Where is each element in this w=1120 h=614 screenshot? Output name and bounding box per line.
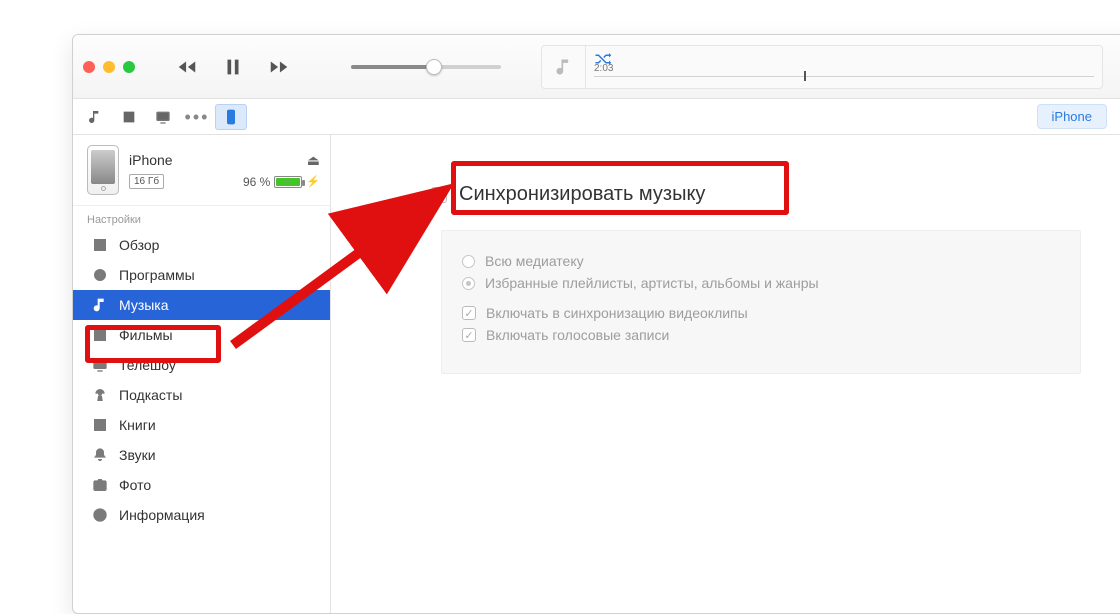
sidebar-item-tones[interactable]: Звуки — [73, 440, 330, 470]
overview-icon — [91, 236, 109, 254]
movies-tab[interactable] — [113, 104, 145, 130]
playback-controls — [175, 55, 291, 79]
sync-music-checkbox[interactable] — [431, 187, 447, 203]
content-pane: Синхронизировать музыку Всю медиатеку Из… — [331, 135, 1120, 613]
checkbox-icon — [462, 328, 476, 342]
sidebar-item-label: Телешоу — [119, 357, 176, 373]
minimize-window-button[interactable] — [103, 61, 115, 73]
itunes-window: 2:03 ••• iPhone — [72, 34, 1120, 614]
sidebar-item-music[interactable]: Музыка — [73, 290, 330, 320]
titlebar: 2:03 — [73, 35, 1120, 99]
sidebar: iPhone 16 Гб ⏏ 96 % ⚡ Настройки Обз — [73, 135, 331, 613]
opt-selected-playlists[interactable]: Избранные плейлисты, артисты, альбомы и … — [462, 275, 1060, 291]
sidebar-item-overview[interactable]: Обзор — [73, 230, 330, 260]
podcasts-icon — [91, 386, 109, 404]
checkbox-icon — [462, 306, 476, 320]
music-tab[interactable] — [79, 104, 111, 130]
pause-button[interactable] — [221, 55, 245, 79]
sync-music-options: Всю медиатеку Избранные плейлисты, артис… — [441, 230, 1081, 374]
sidebar-item-label: Звуки — [119, 447, 156, 463]
opt-entire-library[interactable]: Всю медиатеку — [462, 253, 1060, 269]
sidebar-item-label: Книги — [119, 417, 156, 433]
more-tabs-button[interactable]: ••• — [181, 104, 213, 130]
sidebar-item-podcasts[interactable]: Подкасты — [73, 380, 330, 410]
close-window-button[interactable] — [83, 61, 95, 73]
sidebar-item-photos[interactable]: Фото — [73, 470, 330, 500]
battery-icon — [274, 176, 302, 188]
charging-icon: ⚡ — [306, 175, 320, 188]
movies-icon — [91, 326, 109, 344]
tones-icon — [91, 446, 109, 464]
sidebar-item-movies[interactable]: Фильмы — [73, 320, 330, 350]
sync-music-section: Синхронизировать музыку Всю медиатеку Из… — [411, 169, 1120, 374]
sidebar-item-books[interactable]: Книги — [73, 410, 330, 440]
volume-thumb[interactable] — [426, 59, 442, 75]
sync-music-title: Синхронизировать музыку — [459, 183, 705, 206]
sidebar-item-label: Фильмы — [119, 327, 173, 343]
radio-icon — [462, 277, 475, 290]
artwork-icon — [542, 46, 586, 88]
device-button[interactable]: iPhone — [1037, 104, 1107, 129]
device-thumbnail-icon — [87, 145, 119, 195]
lcd-elapsed-time: 2:03 — [594, 63, 613, 74]
chk-include-videos[interactable]: Включать в синхронизацию видеоклипы — [462, 305, 1060, 321]
sidebar-item-apps[interactable]: Программы — [73, 260, 330, 290]
battery-percent: 96 % — [243, 175, 270, 189]
apps-icon — [91, 266, 109, 284]
device-header: iPhone 16 Гб ⏏ 96 % ⚡ — [73, 135, 330, 206]
photos-icon — [91, 476, 109, 494]
chk-include-voice-memos[interactable]: Включать голосовые записи — [462, 327, 1060, 343]
option-label: Включать голосовые записи — [486, 327, 669, 343]
eject-icon[interactable]: ⏏ — [307, 152, 320, 169]
tvshows-icon — [91, 356, 109, 374]
sidebar-item-label: Программы — [119, 267, 195, 283]
sidebar-item-label: Обзор — [119, 237, 159, 253]
option-label: Включать в синхронизацию видеоклипы — [486, 305, 748, 321]
lcd-display: 2:03 — [541, 45, 1103, 89]
progress-marker — [804, 71, 806, 81]
sidebar-item-info[interactable]: Информация — [73, 500, 330, 530]
sidebar-item-label: Фото — [119, 477, 151, 493]
battery-status: 96 % ⚡ — [243, 175, 320, 189]
sidebar-section-header: Настройки — [73, 206, 330, 230]
sidebar-item-label: Информация — [119, 507, 205, 523]
zoom-window-button[interactable] — [123, 61, 135, 73]
rewind-button[interactable] — [175, 55, 199, 79]
option-label: Всю медиатеку — [485, 253, 584, 269]
sidebar-item-label: Подкасты — [119, 387, 182, 403]
device-capacity: 16 Гб — [129, 174, 164, 189]
sidebar-item-label: Музыка — [119, 297, 169, 313]
tvshows-tab[interactable] — [147, 104, 179, 130]
info-icon — [91, 506, 109, 524]
device-name: iPhone — [129, 152, 243, 168]
window-controls — [83, 61, 135, 73]
forward-button[interactable] — [267, 55, 291, 79]
sidebar-item-tvshows[interactable]: Телешоу — [73, 350, 330, 380]
sync-music-header: Синхронизировать музыку — [411, 169, 1120, 220]
books-icon — [91, 416, 109, 434]
media-type-tabs: ••• iPhone — [73, 99, 1120, 135]
device-tab[interactable] — [215, 104, 247, 130]
music-icon — [91, 296, 109, 314]
option-label: Избранные плейлисты, артисты, альбомы и … — [485, 275, 819, 291]
radio-icon — [462, 255, 475, 268]
progress-track[interactable] — [594, 76, 1094, 86]
volume-slider[interactable] — [351, 65, 501, 69]
